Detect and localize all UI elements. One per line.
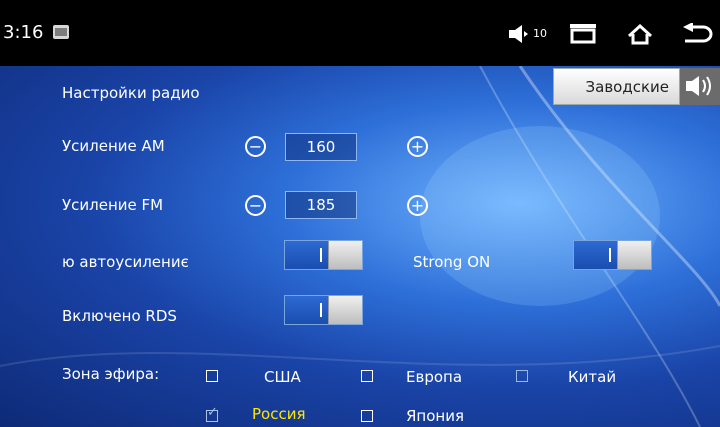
image-icon <box>52 24 70 44</box>
zone-europe-label[interactable]: Европа <box>406 368 462 386</box>
zone-europe-checkbox[interactable] <box>361 370 373 382</box>
zone-japan-checkbox[interactable] <box>361 410 373 422</box>
page-title: Настройки радио <box>62 84 200 102</box>
auto-gain-toggle[interactable] <box>284 240 363 270</box>
volume-icon <box>508 25 530 47</box>
am-gain-value[interactable]: 160 <box>285 133 357 161</box>
back-icon[interactable] <box>681 22 713 49</box>
am-gain-label: Усиление AM <box>62 137 165 155</box>
toggle-on-indicator <box>320 303 322 317</box>
zone-russia-label[interactable]: Россия <box>252 405 306 423</box>
zone-china-label[interactable]: Китай <box>568 368 616 386</box>
rds-toggle[interactable] <box>284 295 363 325</box>
minus-icon: − <box>248 196 263 215</box>
toggle-knob <box>328 296 362 324</box>
settings-panel: Настройки радио Заводские Усиление AM − … <box>0 66 720 427</box>
zone-china-checkbox[interactable] <box>516 370 528 382</box>
zone-russia-checkbox[interactable] <box>206 405 218 422</box>
sound-button[interactable] <box>680 68 720 105</box>
rds-label: Включено RDS <box>62 307 177 325</box>
toggle-knob <box>617 241 651 269</box>
strong-label: Strong ON <box>413 253 491 271</box>
toggle-knob <box>328 241 362 269</box>
strong-toggle[interactable] <box>573 240 652 270</box>
zone-usa-label[interactable]: США <box>264 368 301 386</box>
plus-icon: + <box>410 137 425 156</box>
auto-gain-label: ю автоусилениє <box>62 253 189 271</box>
status-time: 3:16 <box>3 22 44 43</box>
minus-icon: − <box>248 137 263 156</box>
plus-icon: + <box>410 196 425 215</box>
status-bar: 3:16 10 <box>0 0 720 66</box>
radio-settings-screen: 3:16 10 Настройки радио Заводские Усилен… <box>0 0 720 427</box>
factory-reset-button[interactable]: Заводские <box>553 68 680 105</box>
home-icon[interactable] <box>626 23 654 49</box>
zone-label: Зона эфира: <box>62 365 160 383</box>
am-gain-minus-button[interactable]: − <box>245 136 266 157</box>
am-gain-plus-button[interactable]: + <box>407 136 428 157</box>
fm-gain-minus-button[interactable]: − <box>245 195 266 216</box>
fm-gain-value[interactable]: 185 <box>285 191 357 219</box>
fm-gain-plus-button[interactable]: + <box>407 195 428 216</box>
zone-japan-label[interactable]: Япония <box>406 407 464 425</box>
toggle-on-indicator <box>320 248 322 262</box>
volume-level: 10 <box>533 27 547 40</box>
recent-apps-icon[interactable] <box>568 22 598 48</box>
toggle-on-indicator <box>609 248 611 262</box>
zone-usa-checkbox[interactable] <box>206 370 218 382</box>
fm-gain-label: Усиление FM <box>62 196 164 214</box>
